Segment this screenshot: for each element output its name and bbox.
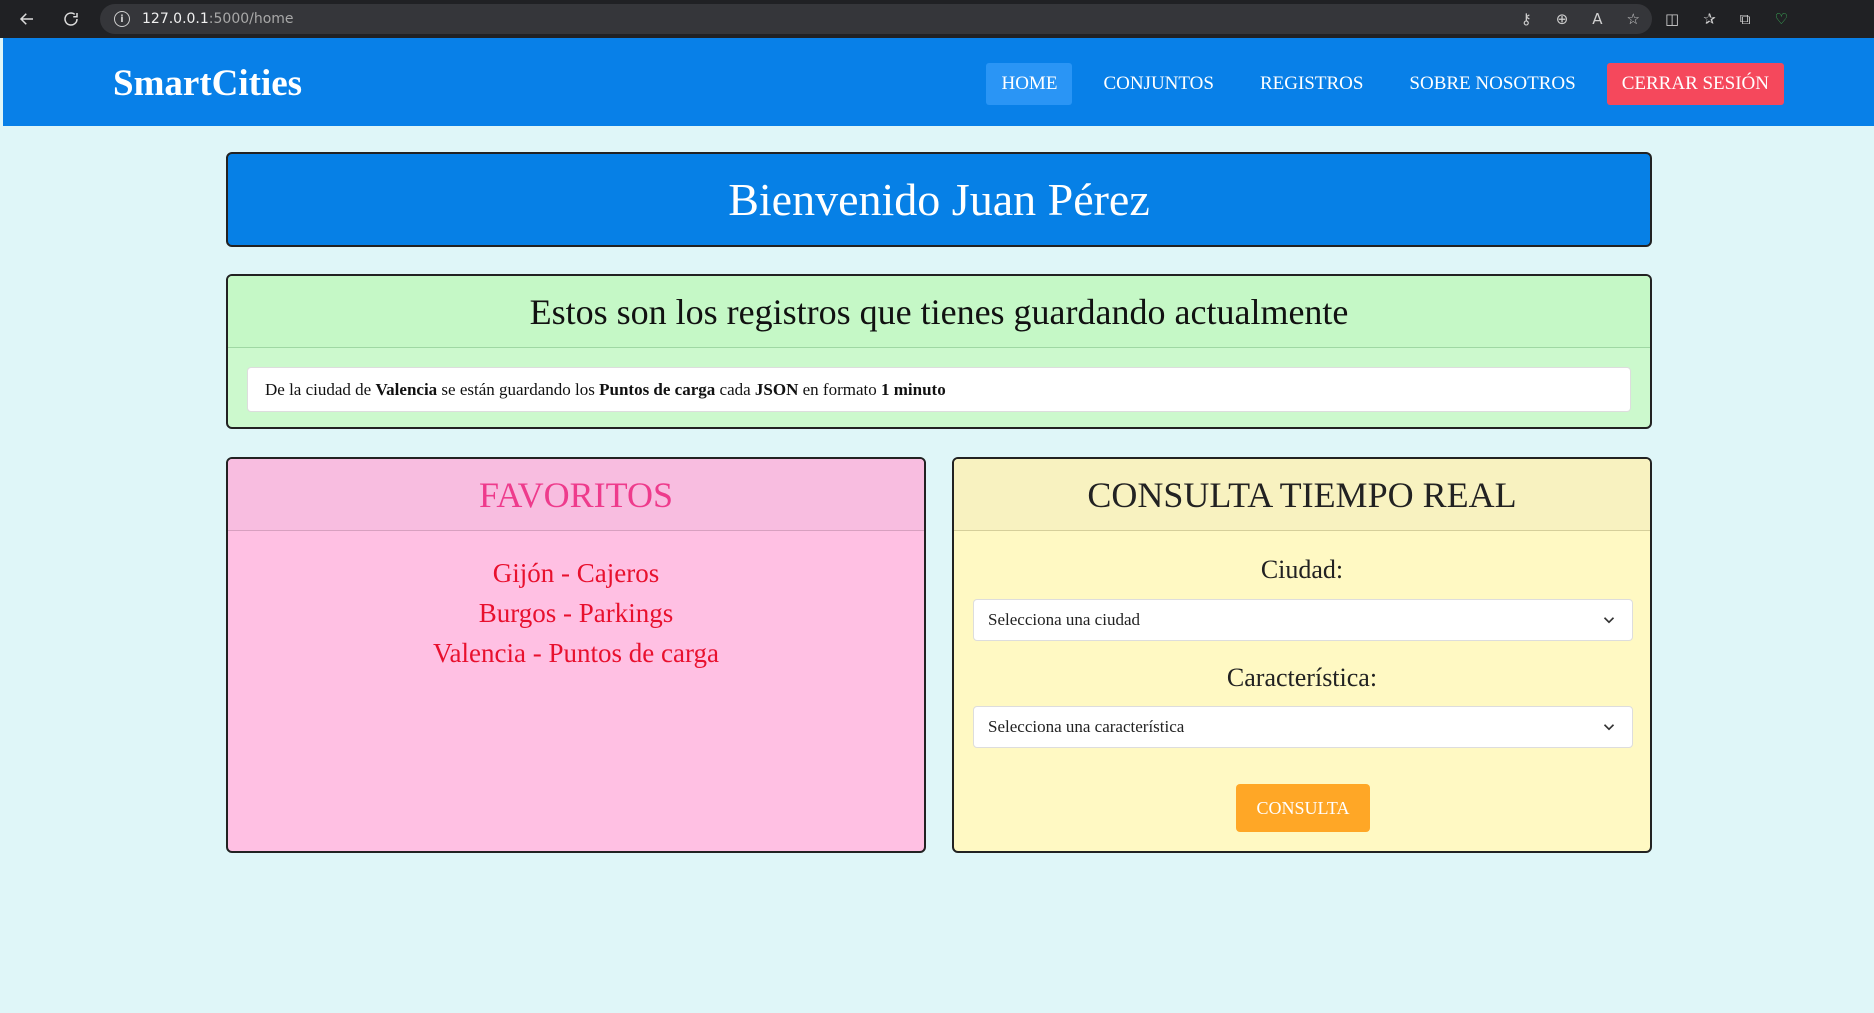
reload-icon[interactable] xyxy=(54,2,88,36)
welcome-title: Bienvenido Juan Pérez xyxy=(728,174,1150,225)
realtime-title: CONSULTA TIEMPO REAL xyxy=(1087,474,1517,515)
nav-home[interactable]: HOME xyxy=(986,63,1073,105)
chevron-down-icon xyxy=(1600,718,1618,736)
browser-toolbar: i 127.0.0.1:5000/home ⚷ ⊕ A ☆ ◫ ✰ ⧉ ♡ xyxy=(0,0,1874,38)
main-navbar: SmartCities HOME CONJUNTOS REGISTROS SOB… xyxy=(3,38,1874,126)
back-icon[interactable] xyxy=(10,2,44,36)
records-card: Estos son los registros que tienes guard… xyxy=(226,274,1652,429)
realtime-query-card: CONSULTA TIEMPO REAL Ciudad: Selecciona … xyxy=(952,457,1652,853)
nav-registros[interactable]: REGISTROS xyxy=(1245,63,1378,105)
favorites-title: FAVORITOS xyxy=(478,474,674,515)
nav-sobre-nosotros[interactable]: SOBRE NOSOTROS xyxy=(1394,63,1590,105)
city-select-value: Selecciona una ciudad xyxy=(988,610,1140,629)
favorites-list: Gijón - Cajeros Burgos - Parkings Valenc… xyxy=(228,553,924,673)
read-aloud-icon[interactable]: A xyxy=(1592,10,1602,28)
record-feature: Puntos de carga xyxy=(599,379,716,399)
url-text[interactable]: 127.0.0.1:5000/home xyxy=(142,11,294,27)
split-screen-icon[interactable]: ◫ xyxy=(1665,10,1679,28)
favorite-item[interactable]: Valencia - Puntos de carga xyxy=(228,633,924,673)
nav-menu: HOME CONJUNTOS REGISTROS SOBRE NOSOTROS … xyxy=(970,63,1784,105)
city-label: Ciudad: xyxy=(1260,555,1344,584)
feature-select-value: Selecciona una característica xyxy=(988,717,1185,736)
realtime-header: CONSULTA TIEMPO REAL xyxy=(954,459,1650,531)
consulta-button[interactable]: CONSULTA xyxy=(1236,784,1370,832)
favorite-item[interactable]: Gijón - Cajeros xyxy=(228,553,924,593)
records-header: Estos son los registros que tienes guard… xyxy=(228,276,1650,348)
zoom-icon[interactable]: ⊕ xyxy=(1556,10,1569,28)
nav-conjuntos[interactable]: CONJUNTOS xyxy=(1088,63,1229,105)
chevron-down-icon xyxy=(1600,611,1618,629)
favorites-icon[interactable]: ✰ xyxy=(1703,10,1716,28)
feature-select[interactable]: Selecciona una característica xyxy=(973,706,1633,748)
record-format: JSON xyxy=(754,379,799,399)
records-title: Estos son los registros que tienes guard… xyxy=(529,291,1349,332)
collections-icon[interactable]: ⧉ xyxy=(1740,10,1751,28)
address-bar[interactable]: i 127.0.0.1:5000/home ⚷ ⊕ A ☆ xyxy=(100,4,1652,34)
feature-label: Característica: xyxy=(1226,663,1378,692)
key-icon[interactable]: ⚷ xyxy=(1521,10,1532,28)
favorites-header: FAVORITOS xyxy=(228,459,924,531)
brand-logo[interactable]: SmartCities xyxy=(113,62,302,105)
record-city: Valencia xyxy=(375,379,438,399)
favorite-item[interactable]: Burgos - Parkings xyxy=(228,593,924,633)
browser-essentials-icon[interactable]: ♡ xyxy=(1774,10,1787,28)
logout-button[interactable]: CERRAR SESIÓN xyxy=(1606,63,1784,105)
favorite-star-icon[interactable]: ☆ xyxy=(1627,10,1640,28)
favorites-card: FAVORITOS Gijón - Cajeros Burgos - Parki… xyxy=(226,457,926,853)
site-info-icon[interactable]: i xyxy=(114,11,130,27)
record-interval: 1 minuto xyxy=(881,379,946,399)
record-item: De la ciudad de Valencia se están guarda… xyxy=(247,367,1631,412)
city-select[interactable]: Selecciona una ciudad xyxy=(973,599,1633,641)
welcome-card: Bienvenido Juan Pérez xyxy=(226,152,1652,247)
